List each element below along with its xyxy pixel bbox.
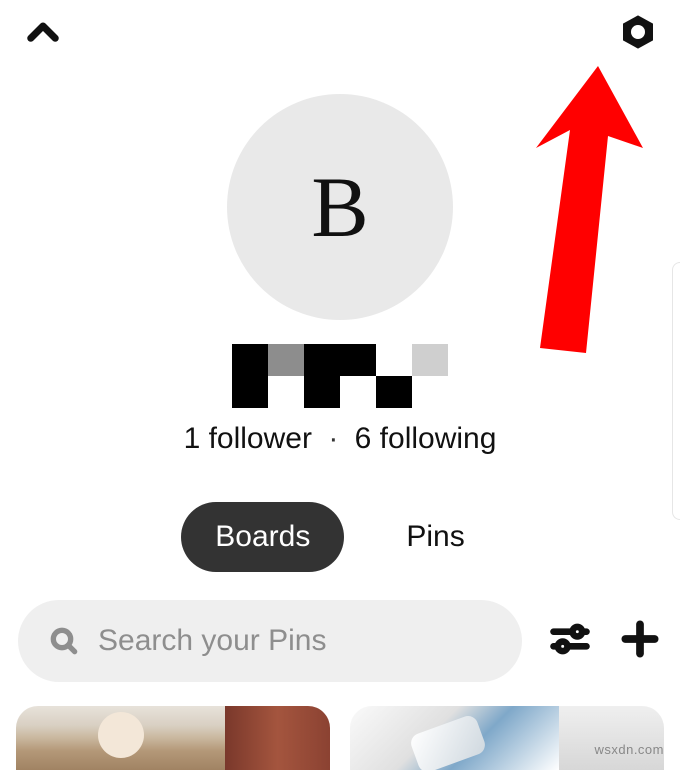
attribution-text: wsxdn.com bbox=[594, 742, 664, 757]
tab-pins[interactable]: Pins bbox=[372, 502, 498, 572]
search-input[interactable] bbox=[98, 624, 492, 658]
gear-icon bbox=[618, 12, 658, 52]
search-icon bbox=[48, 625, 80, 657]
content-tabs: Boards Pins bbox=[0, 502, 680, 572]
board-card[interactable] bbox=[16, 706, 330, 770]
settings-button[interactable] bbox=[618, 8, 658, 57]
filter-button[interactable] bbox=[548, 617, 592, 666]
scrollbar[interactable] bbox=[672, 262, 680, 520]
followers-link[interactable]: 1 follower bbox=[184, 422, 312, 455]
collapse-button[interactable] bbox=[22, 8, 64, 59]
username bbox=[0, 344, 680, 408]
stats-separator: · bbox=[320, 422, 346, 455]
tab-boards[interactable]: Boards bbox=[181, 502, 344, 572]
sliders-icon bbox=[548, 617, 592, 661]
search-box[interactable] bbox=[18, 600, 522, 682]
censored-username-icon bbox=[232, 344, 448, 408]
plus-icon bbox=[618, 617, 662, 661]
board-card[interactable] bbox=[350, 706, 664, 770]
avatar-initial: B bbox=[311, 157, 368, 257]
chevron-up-icon bbox=[22, 12, 64, 54]
avatar[interactable]: B bbox=[227, 94, 453, 320]
add-button[interactable] bbox=[618, 617, 662, 666]
boards-grid bbox=[0, 682, 680, 770]
following-link[interactable]: 6 following bbox=[355, 422, 497, 455]
